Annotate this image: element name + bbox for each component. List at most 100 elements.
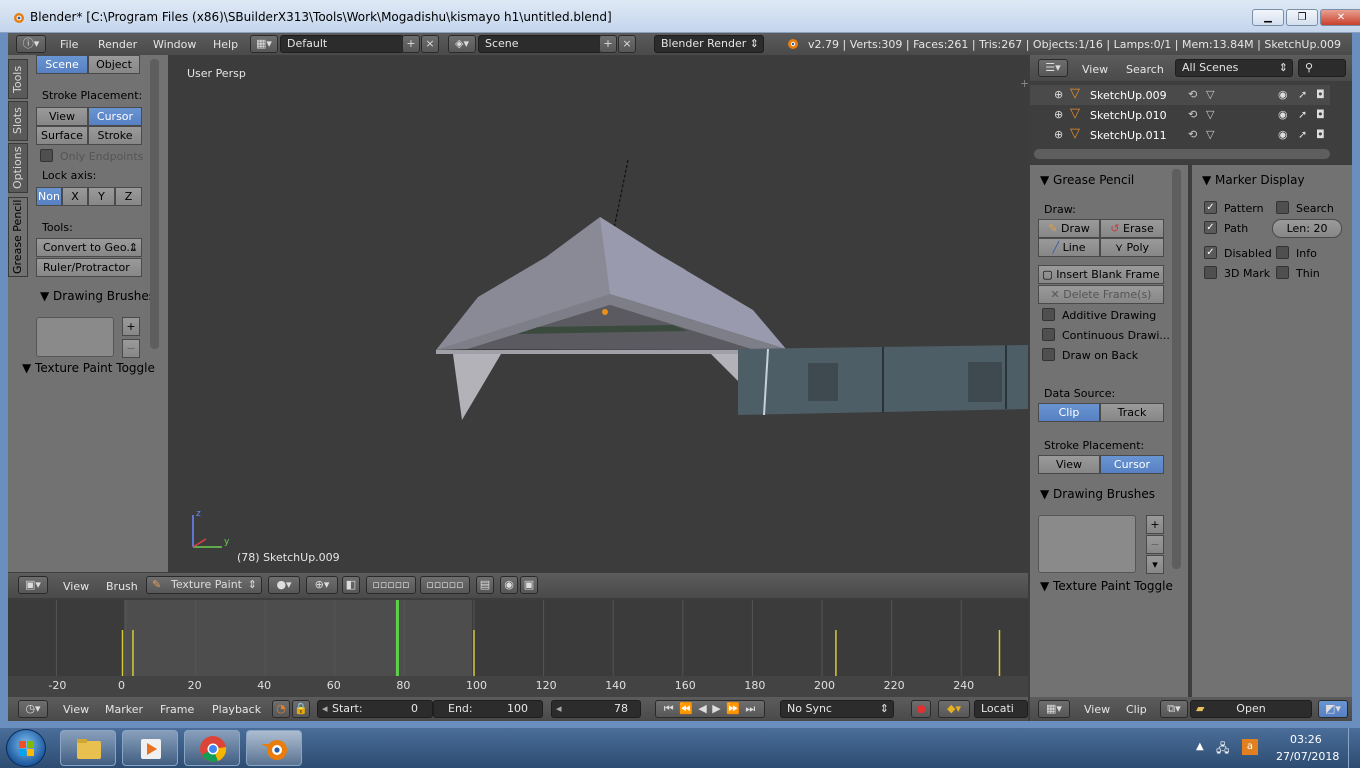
clip-view-mode-button[interactable]: ◩▾ <box>1318 700 1348 718</box>
pivot-select[interactable]: ⊕▾ <box>306 576 338 594</box>
render-animation-icon[interactable]: ▣ <box>520 576 538 594</box>
outliner-search-input[interactable]: ⚲ <box>1298 59 1346 77</box>
erase-button[interactable]: ↺ Erase <box>1100 219 1164 238</box>
expand-icon[interactable]: ⊕ <box>1054 88 1063 101</box>
remove-layout-icon[interactable]: × <box>421 35 439 53</box>
tray-expand-icon[interactable]: ▲ <box>1196 741 1204 752</box>
drawing-brushes-header[interactable]: ▼ Drawing Brushes <box>40 289 155 303</box>
view3d-editor-type-button[interactable]: ▣▾ <box>18 576 48 594</box>
texture-paint-toggle-header[interactable]: ▼ Texture Paint Toggle <box>22 361 155 375</box>
editor-type-button[interactable]: ⓘ▾ <box>16 35 46 53</box>
clip-brush-list[interactable] <box>1038 515 1136 573</box>
menu-window[interactable]: Window <box>153 38 196 51</box>
remove-scene-icon[interactable]: × <box>618 35 636 53</box>
only-endpoints-checkbox[interactable] <box>40 149 53 162</box>
clip-menu-clip[interactable]: Clip <box>1126 703 1147 716</box>
line-button[interactable]: ╱ Line <box>1038 238 1100 257</box>
outliner-object-name[interactable]: SketchUp.010 <box>1090 109 1167 122</box>
start-frame-field[interactable]: ◂ Start: 0 <box>317 700 433 718</box>
clip-add-brush-icon[interactable]: + <box>1146 515 1164 534</box>
timeline-editor-type-button[interactable]: ◷▾ <box>18 700 48 718</box>
tab-options[interactable]: Options <box>8 143 28 193</box>
playback-controls[interactable]: ⏮ ⏪ ◀ ▶ ⏩ ⏭ <box>655 700 765 718</box>
outliner-object-name[interactable]: SketchUp.011 <box>1090 129 1167 142</box>
insert-blank-frame-button[interactable]: ▢ Insert Blank Frame <box>1038 265 1164 284</box>
sync-select[interactable]: No Sync ⇕ <box>780 700 894 718</box>
view-button[interactable]: View <box>36 107 88 126</box>
outliner[interactable]: ☰▾ View Search All Scenes ⇕ ⚲ ⊕ ▽ SketchUp.… <box>1030 55 1352 163</box>
clip-menu-view[interactable]: View <box>1084 703 1110 716</box>
clip-cursor-button[interactable]: Cursor <box>1100 455 1164 474</box>
open-clip-button[interactable]: ▰ Open <box>1190 700 1312 718</box>
tray-app-icon[interactable]: a <box>1242 739 1258 755</box>
visibility-eye-icon[interactable]: ◉ <box>1278 88 1288 101</box>
close-button[interactable]: ✕ <box>1320 9 1360 26</box>
continuous-drawing-checkbox[interactable] <box>1042 328 1055 341</box>
visibility-eye-icon[interactable]: ◉ <box>1278 128 1288 141</box>
axis-y-button[interactable]: Y <box>88 187 115 206</box>
ruler-protractor-button[interactable]: Ruler/Protractor <box>36 258 142 277</box>
view3d-menu-brush[interactable]: Brush <box>106 580 138 593</box>
render-engine-select[interactable]: Blender Render ⇕ <box>654 35 764 53</box>
clip-drawing-brushes-header[interactable]: ▼ Drawing Brushes <box>1040 487 1155 501</box>
stroke-button[interactable]: Stroke <box>88 126 142 145</box>
outliner-scrollbar[interactable] <box>1034 149 1330 159</box>
tool-shelf-scrollbar[interactable] <box>150 59 159 349</box>
add-brush-icon[interactable]: + <box>122 317 140 336</box>
add-layout-icon[interactable]: + <box>402 35 420 53</box>
timeline-menu-frame[interactable]: Frame <box>160 703 194 716</box>
thin-checkbox[interactable] <box>1276 266 1289 279</box>
menu-help[interactable]: Help <box>213 38 238 51</box>
renderable-camera-icon[interactable]: ◘ <box>1316 108 1325 121</box>
layers-grid-1[interactable]: ▫▫▫▫▫ <box>366 576 416 594</box>
layout-icon[interactable]: ▦▾ <box>250 35 278 53</box>
render-icon[interactable]: ◉ <box>500 576 518 594</box>
selectable-cursor-icon[interactable]: ➚ <box>1298 108 1307 121</box>
tab-tools[interactable]: Tools <box>8 59 28 99</box>
record-icon[interactable]: ● <box>911 700 931 718</box>
taskbar-blender[interactable] <box>246 730 302 766</box>
axis-z-button[interactable]: Z <box>115 187 142 206</box>
convert-to-geometry-button[interactable]: Convert to Geo... ⇕ <box>36 238 142 257</box>
timeline-menu-view[interactable]: View <box>63 703 89 716</box>
clip-tools-scrollbar[interactable] <box>1172 169 1181 569</box>
timeline[interactable]: -20 0 20 40 60 80 100 120 140 160 180 200 220 240 <box>8 600 1028 697</box>
draw-on-back-checkbox[interactable] <box>1042 348 1055 361</box>
track-source-button[interactable]: Track <box>1100 403 1164 422</box>
show-desktop-button[interactable] <box>1348 728 1360 768</box>
taskbar-media-player[interactable] <box>122 730 178 766</box>
view3d-menu-view[interactable]: View <box>63 580 89 593</box>
clip-view-button[interactable]: View <box>1038 455 1100 474</box>
outliner-menu-view[interactable]: View <box>1082 63 1108 76</box>
tab-slots[interactable]: Slots <box>8 101 28 141</box>
keyframe-type-icon[interactable]: ◆▾ <box>938 700 970 718</box>
keying-set-field[interactable]: Locati <box>974 700 1028 718</box>
pattern-checkbox[interactable]: ✓ <box>1204 201 1217 214</box>
taskbar-chrome[interactable] <box>184 730 240 766</box>
menu-render[interactable]: Render <box>98 38 137 51</box>
path-length-field[interactable]: Len: 20 <box>1272 219 1342 238</box>
outliner-object-name[interactable]: SketchUp.009 <box>1090 89 1167 102</box>
cursor-button[interactable]: Cursor <box>88 107 142 126</box>
grease-pencil-header[interactable]: ▼ Grease Pencil <box>1040 173 1134 187</box>
remove-brush-icon[interactable]: − <box>122 339 140 358</box>
clip-remove-brush-icon[interactable]: − <box>1146 535 1164 554</box>
3d-mark-checkbox[interactable] <box>1204 266 1217 279</box>
network-icon[interactable]: 🖧 <box>1216 739 1229 760</box>
layer-lock-icon[interactable]: ▤ <box>476 576 494 594</box>
poly-button[interactable]: ⋎ Poly <box>1100 238 1164 257</box>
axis-x-button[interactable]: X <box>62 187 88 206</box>
current-frame-field[interactable]: ◂ 78 <box>551 700 641 718</box>
preview-range-icon[interactable]: ◔ <box>272 700 290 718</box>
outliner-menu-search[interactable]: Search <box>1126 63 1164 76</box>
scene-icon[interactable]: ◈▾ <box>448 35 476 53</box>
outliner-filter-select[interactable]: All Scenes ⇕ <box>1175 59 1293 77</box>
delete-frames-button[interactable]: ✕ Delete Frame(s) <box>1038 285 1164 304</box>
shading-select[interactable]: ●▾ <box>268 576 300 594</box>
clip-mode-select[interactable]: ⧉▾ <box>1160 700 1188 718</box>
add-scene-icon[interactable]: + <box>599 35 617 53</box>
draw-button[interactable]: ✎ Draw <box>1038 219 1100 238</box>
clip-brush-menu-icon[interactable]: ▾ <box>1146 555 1164 574</box>
surface-button[interactable]: Surface <box>36 126 88 145</box>
tab-grease-pencil[interactable]: Grease Pencil <box>8 197 28 277</box>
